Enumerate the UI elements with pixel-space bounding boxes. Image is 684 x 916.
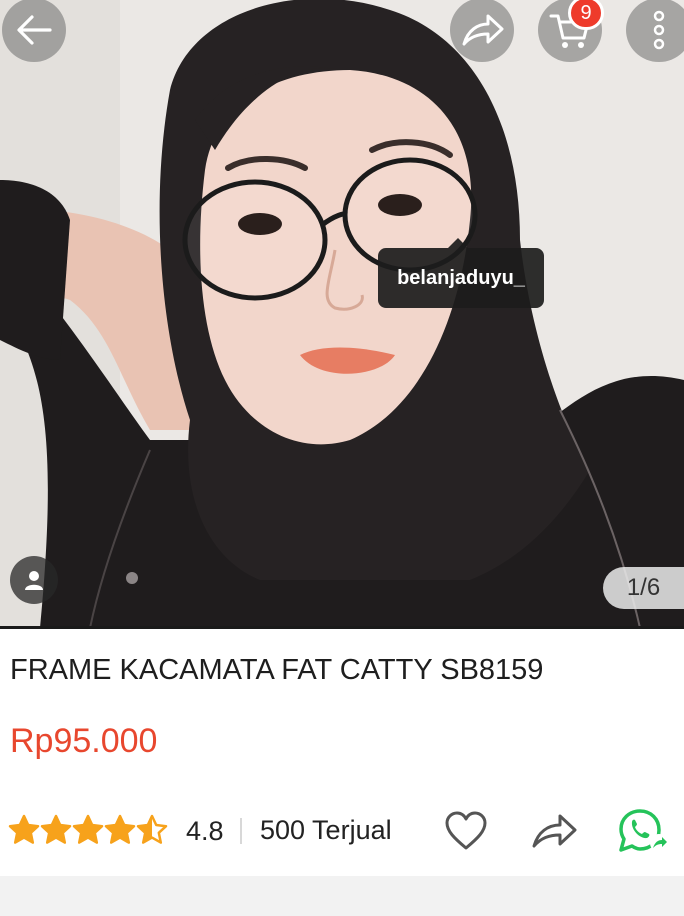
divider [0, 626, 684, 629]
product-photo [0, 0, 684, 628]
heart-icon [445, 811, 487, 850]
sold-count: 500 Terjual [260, 815, 392, 845]
wishlist-button[interactable] [444, 810, 488, 857]
product-price: Rp95.000 [10, 722, 158, 760]
more-vertical-icon [653, 10, 665, 50]
share-icon [532, 814, 577, 848]
share-button[interactable] [450, 0, 514, 62]
whatsapp-icon [619, 809, 668, 852]
star-full-icon [104, 814, 136, 844]
star-full-icon [40, 814, 72, 844]
product-image-gallery[interactable]: 9 belanjaduyu_ 1/6 [0, 0, 684, 628]
divider [240, 818, 242, 844]
star-half-icon [136, 814, 168, 844]
arrow-left-icon [17, 15, 52, 45]
image-page-counter: 1/6 [603, 567, 684, 609]
person-icon [25, 571, 43, 590]
tagged-user-label[interactable]: belanjaduyu_ [378, 238, 544, 308]
product-title: FRAME KACAMATA FAT CATTY SB8159 [10, 654, 544, 686]
section-separator [0, 876, 684, 916]
share-icon [462, 14, 504, 46]
product-stats-row: 4.8 500 Terjual [0, 806, 684, 856]
star-rating [8, 814, 168, 846]
back-button[interactable] [2, 0, 66, 62]
tagged-users-button[interactable] [10, 556, 58, 604]
star-full-icon [72, 814, 104, 844]
share-product-button[interactable] [530, 810, 578, 857]
rating-value: 4.8 [186, 816, 224, 846]
star-full-icon [8, 814, 40, 844]
whatsapp-share-button[interactable] [618, 808, 668, 859]
